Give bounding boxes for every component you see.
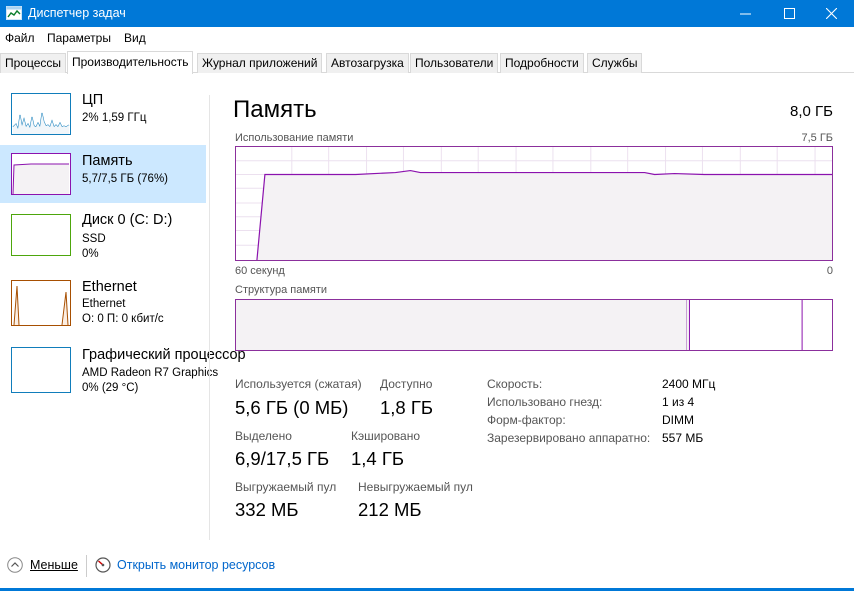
- committed-label: Выделено: [235, 429, 292, 443]
- tab-performance[interactable]: Производительность: [67, 51, 194, 74]
- usage-graph-max: 7,5 ГБ: [801, 132, 833, 144]
- tab-services[interactable]: Службы: [587, 53, 643, 73]
- sidebar-item-cpu[interactable]: ЦП 2% 1,59 ГГц: [0, 86, 206, 144]
- paged-pool-label: Выгружаемый пул: [235, 480, 337, 494]
- sidebar-item-ethernet[interactable]: Ethernet Ethernet О: 0 П: 0 кбит/с: [0, 273, 206, 331]
- maximize-icon: [783, 8, 795, 19]
- ethernet-thumbnail-graph: [11, 280, 71, 326]
- minimize-button[interactable]: [722, 0, 768, 27]
- menu-file[interactable]: Файл: [5, 31, 35, 45]
- usage-graph-label: Использование памяти: [235, 132, 354, 144]
- gpu-thumbnail-graph: [11, 347, 71, 393]
- sidebar-item-memory[interactable]: Память 5,7/7,5 ГБ (76%): [0, 145, 206, 203]
- speed-value: 2400 МГц: [662, 377, 716, 391]
- sidebar-item-label: Графический процессор: [82, 347, 246, 363]
- structure-label: Структура памяти: [235, 284, 328, 296]
- resource-monitor-icon: [95, 557, 111, 573]
- tab-bar: Процессы Производительность Журнал прило…: [0, 51, 854, 74]
- sidebar-item-label: Ethernet: [82, 279, 137, 295]
- slots-label: Использовано гнезд:: [487, 395, 603, 409]
- form-factor-value: DIMM: [662, 413, 694, 427]
- sidebar-item-detail: SSD: [82, 233, 106, 245]
- maximize-button[interactable]: [766, 0, 812, 27]
- minimize-icon: [739, 13, 751, 15]
- sidebar-item-gpu[interactable]: Графический процессор AMD Radeon R7 Grap…: [0, 342, 246, 400]
- sidebar-item-detail: 0% (29 °C): [82, 382, 139, 394]
- tab-processes[interactable]: Процессы: [0, 53, 67, 73]
- graph-time-right: 0: [826, 265, 833, 277]
- sidebar-item-detail: Ethernet: [82, 298, 126, 310]
- footer-bar: Меньше Открыть монитор ресурсов: [0, 551, 854, 581]
- window-title: Диспетчер задач: [28, 6, 126, 20]
- memory-usage-graph: [235, 146, 833, 261]
- paged-pool-value: 332 МБ: [235, 499, 299, 520]
- close-icon: [825, 8, 837, 19]
- in-use-value: 5,6 ГБ (0 МБ): [235, 397, 349, 418]
- sidebar-item-detail: AMD Radeon R7 Graphics: [82, 367, 219, 379]
- tab-users[interactable]: Пользователи: [410, 53, 499, 73]
- open-resource-monitor-link[interactable]: Открыть монитор ресурсов: [117, 558, 275, 572]
- sidebar-item-detail: 5,7/7,5 ГБ (76%): [82, 173, 169, 185]
- memory-thumbnail-graph: [11, 153, 71, 195]
- menu-bar: Файл Параметры Вид: [0, 28, 854, 48]
- in-use-label: Используется (сжатая): [235, 377, 362, 391]
- sidebar-item-label: ЦП: [82, 92, 104, 108]
- available-value: 1,8 ГБ: [380, 397, 434, 418]
- menu-options[interactable]: Параметры: [47, 31, 111, 45]
- graph-time-left: 60 секунд: [235, 265, 285, 277]
- speed-label: Скорость:: [487, 377, 543, 391]
- cached-value: 1,4 ГБ: [351, 448, 405, 469]
- slots-value: 1 из 4: [662, 395, 695, 409]
- sidebar-item-label: Память: [82, 153, 133, 169]
- memory-structure-bar: [235, 299, 833, 351]
- footer-divider: [86, 555, 87, 577]
- task-manager-icon: [6, 6, 22, 20]
- sidebar-item-detail: 2% 1,59 ГГц: [82, 112, 147, 124]
- sidebar-item-disk[interactable]: Диск 0 (C: D:) SSD 0%: [0, 206, 206, 264]
- cached-label: Кэшировано: [351, 429, 421, 443]
- chevron-up-icon[interactable]: [7, 557, 23, 573]
- disk-thumbnail-graph: [11, 214, 71, 256]
- total-memory: 8,0 ГБ: [790, 103, 833, 120]
- sidebar-divider: [209, 95, 210, 540]
- resource-sidebar: ЦП 2% 1,59 ГГц Память 5,7/7,5 ГБ (76%) Д…: [0, 74, 246, 540]
- sidebar-item-label: Диск 0 (C: D:): [82, 212, 173, 228]
- tab-app-history[interactable]: Журнал приложений: [197, 53, 323, 73]
- nonpaged-pool-label: Невыгружаемый пул: [358, 480, 473, 494]
- reserved-label: Зарезервировано аппаратно:: [487, 431, 651, 445]
- fewer-details-button[interactable]: Меньше: [30, 558, 78, 572]
- form-factor-label: Форм-фактор:: [487, 413, 566, 427]
- tab-details[interactable]: Подробности: [500, 53, 584, 73]
- sidebar-item-detail: О: 0 П: 0 кбит/с: [82, 313, 164, 325]
- tab-startup[interactable]: Автозагрузка: [326, 53, 409, 73]
- reserved-value: 557 МБ: [662, 431, 704, 445]
- committed-value: 6,9/17,5 ГБ: [235, 448, 330, 469]
- nonpaged-pool-value: 212 МБ: [358, 499, 422, 520]
- title-bar: Диспетчер задач: [0, 0, 854, 27]
- cpu-thumbnail-graph: [11, 93, 71, 135]
- sidebar-item-detail: 0%: [82, 248, 99, 260]
- menu-view[interactable]: Вид: [124, 31, 146, 45]
- close-button[interactable]: [808, 0, 854, 27]
- page-title: Память: [233, 96, 317, 123]
- available-label: Доступно: [380, 377, 433, 391]
